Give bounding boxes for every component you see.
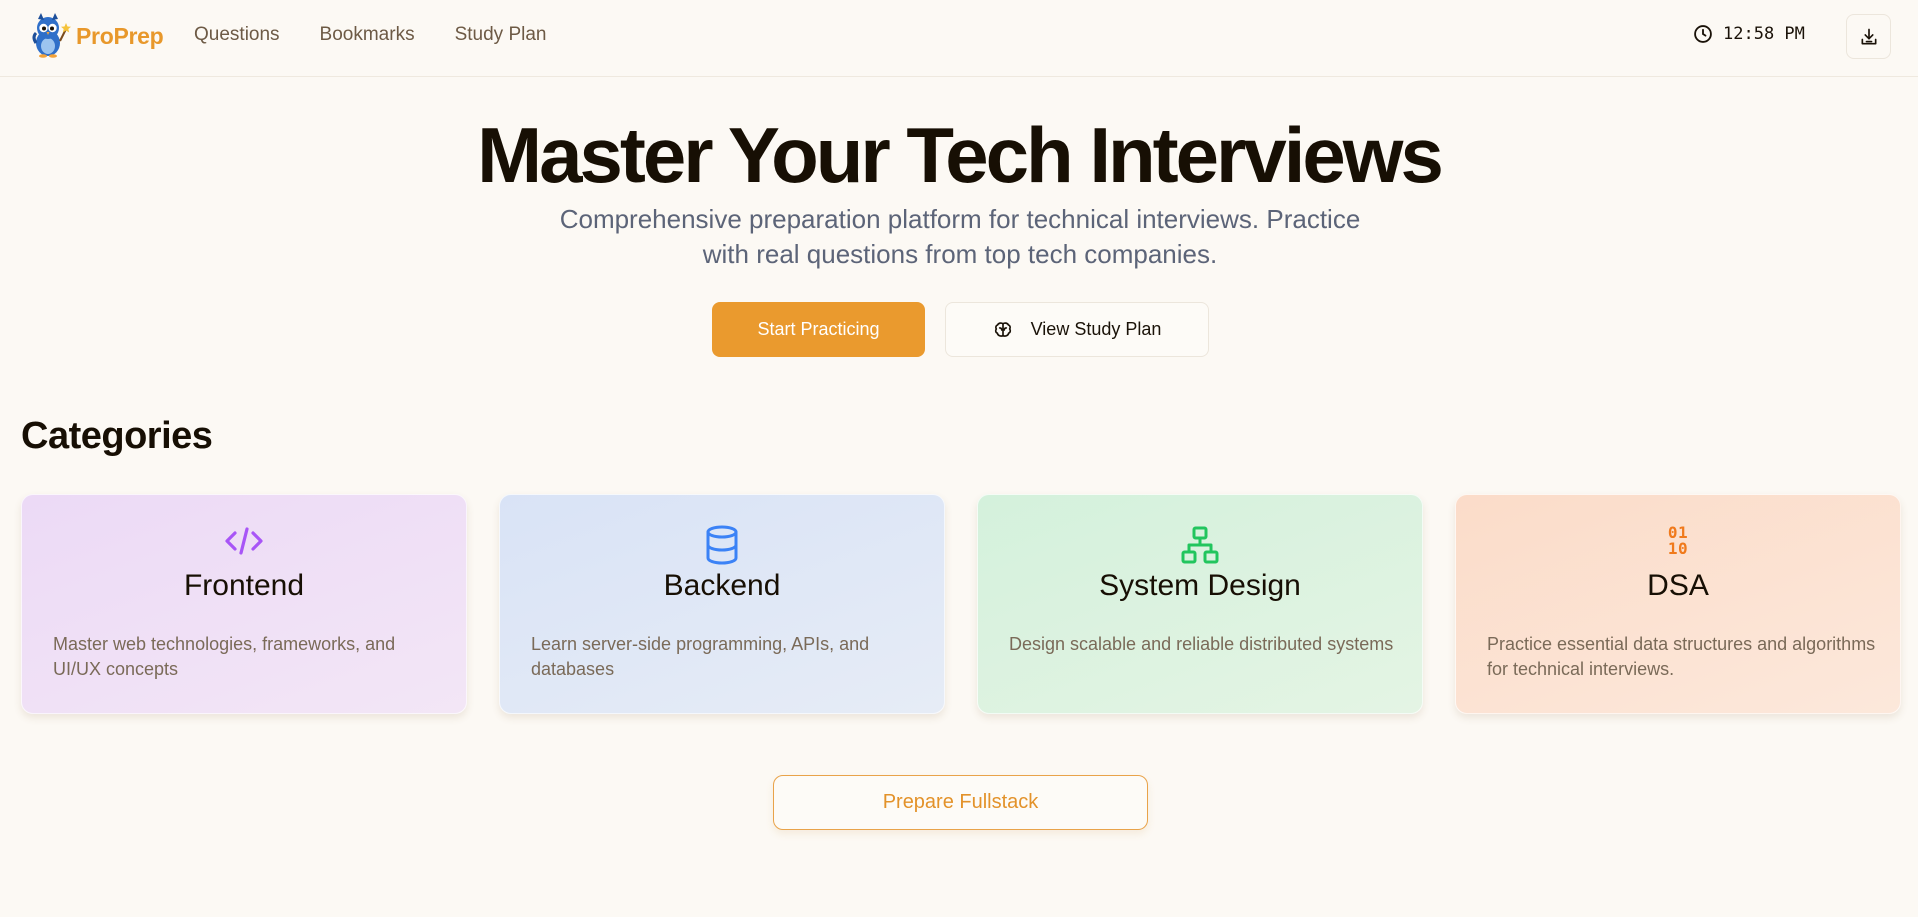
nav-item-bookmarks[interactable]: Bookmarks [320, 24, 415, 46]
view-study-plan-button[interactable]: View Study Plan [945, 302, 1209, 357]
category-card-dsa[interactable]: 01 10 DSA Practice essential data struct… [1455, 494, 1901, 714]
category-description: Master web technologies, frameworks, and… [53, 634, 396, 679]
category-title: System Design [1099, 569, 1301, 602]
owl-mascot-icon [32, 13, 71, 58]
category-title: Frontend [183, 569, 305, 602]
brain-icon [994, 321, 1011, 337]
nav-item-study-plan[interactable]: Study Plan [455, 24, 547, 46]
binary-icon: 01 10 [1667, 523, 1689, 558]
category-description: Design scalable and reliable distributed… [1009, 634, 1394, 654]
hero-title: Master Your Tech Interviews [477, 111, 1444, 199]
network-icon [1181, 526, 1219, 564]
category-description: Learn server-side programming, APIs, and… [531, 634, 870, 679]
prepare-fullstack-button[interactable]: Prepare Fullstack [773, 775, 1148, 830]
hero-subtitle: Comprehensive preparation platform for t… [559, 204, 1361, 269]
code-icon [225, 527, 263, 555]
category-title: DSA [1647, 569, 1709, 602]
nav-item-questions[interactable]: Questions [194, 24, 280, 46]
category-title: Backend [663, 569, 781, 602]
brand-logo[interactable]: ProPrep [30, 13, 164, 59]
category-description: Practice essential data structures and a… [1487, 634, 1876, 679]
prepare-fullstack-label: Prepare Fullstack [882, 791, 1039, 813]
download-icon [1861, 28, 1876, 45]
main-nav: Questions Bookmarks Study Plan [194, 24, 586, 46]
top-navbar: ProPrep Questions Bookmarks Study Plan 1… [0, 0, 1918, 77]
clock-icon [1694, 25, 1712, 43]
database-icon [706, 525, 738, 565]
start-practicing-button[interactable]: Start Practicing [712, 302, 925, 357]
current-time: 12:58 PM [1723, 24, 1805, 44]
categories-heading: Categories [21, 415, 213, 457]
category-card-frontend[interactable]: Frontend Master web technologies, framew… [21, 494, 467, 714]
clock-display: 12:58 PM [1693, 24, 1805, 44]
view-study-plan-label: View Study Plan [1030, 319, 1162, 339]
category-card-system-design[interactable]: System Design Design scalable and reliab… [977, 494, 1423, 714]
category-card-backend[interactable]: Backend Learn server-side programming, A… [499, 494, 945, 714]
brand-name: ProPrep [76, 22, 164, 49]
start-practicing-label: Start Practicing [757, 319, 880, 339]
download-button[interactable] [1846, 14, 1891, 59]
